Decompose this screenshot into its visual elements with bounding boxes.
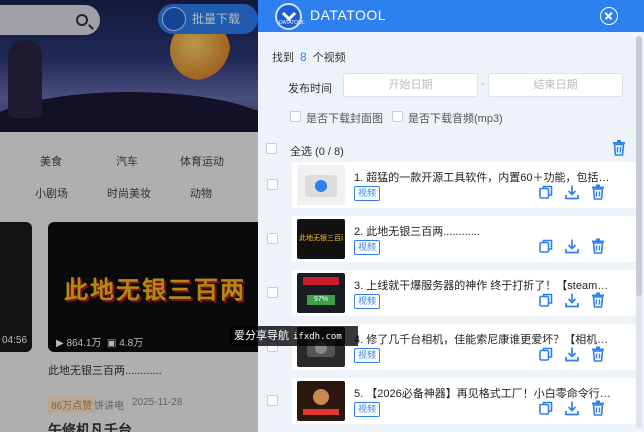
video-title: 3. 上线就干爆服务器的神作 终于打折了！【steam冬季… <box>354 280 616 292</box>
download-icon[interactable] <box>564 292 580 308</box>
download-icon[interactable] <box>564 238 580 254</box>
date-separator: - <box>481 78 485 90</box>
item-checkbox[interactable] <box>267 179 278 190</box>
video-list-item[interactable]: 5. 【2026必备神器】再见格式工厂！小白零命令行完美… 视频 <box>292 378 642 424</box>
download-cover-label: 是否下载封面图 <box>306 113 383 125</box>
copy-icon[interactable] <box>538 346 554 362</box>
found-suffix: 个视频 <box>312 52 346 64</box>
trash-icon[interactable] <box>590 184 606 200</box>
video-list-item[interactable]: 1. 超猛的一款开源工具软件，内置60＋功能，包括抠图… 视频 <box>292 162 642 208</box>
end-date-input[interactable]: 结束日期 <box>488 73 623 97</box>
panel-title: DATATOOL <box>310 7 387 23</box>
download-icon[interactable] <box>564 184 580 200</box>
video-type-badge: 视频 <box>354 186 381 201</box>
close-icon[interactable] <box>600 7 618 25</box>
delete-all-trash-icon[interactable] <box>612 140 626 156</box>
thumbnail-caption: 97% <box>313 296 328 303</box>
item-checkbox[interactable] <box>267 395 278 406</box>
datatool-logo: DATATOOL <box>275 3 305 30</box>
video-title: 5. 【2026必备神器】再见格式工厂！小白零命令行完美… <box>354 388 616 400</box>
trash-icon[interactable] <box>590 238 606 254</box>
scrollbar-thumb[interactable] <box>636 36 642 296</box>
video-type-badge: 视频 <box>354 240 381 255</box>
trash-icon[interactable] <box>590 292 606 308</box>
found-count: 8 <box>300 50 307 64</box>
trash-icon[interactable] <box>590 400 606 416</box>
video-title: 4. 修了几千台相机，佳能索尼康谁更爱坏？【相机维修… <box>354 334 616 346</box>
copy-icon[interactable] <box>538 292 554 308</box>
video-type-badge: 视频 <box>354 348 381 363</box>
video-list-item[interactable]: 此地无银三百两 2. 此地无银三百两............ 视频 <box>292 216 642 262</box>
video-thumbnail: 此地无银三百两 <box>297 219 345 259</box>
video-type-badge: 视频 <box>354 294 381 309</box>
select-all-checkbox[interactable] <box>266 143 277 154</box>
video-thumbnail <box>297 381 345 421</box>
thumbnail-caption: 此地无银三百两 <box>299 235 343 242</box>
watermark-text: 爱分享导航 <box>234 330 289 342</box>
logo-text: DATATOOL <box>279 20 305 26</box>
copy-icon[interactable] <box>538 400 554 416</box>
select-all-label: 全选 (0 / 8) <box>290 146 344 158</box>
copy-icon[interactable] <box>538 184 554 200</box>
download-audio-checkbox[interactable] <box>392 111 403 122</box>
video-title: 2. 此地无银三百两............ <box>354 226 480 238</box>
video-type-badge: 视频 <box>354 402 381 417</box>
datatool-panel: DATATOOL DATATOOL 找到 8 个视频 发布时间 开始日期 - 结束日… <box>258 0 644 432</box>
download-audio-label: 是否下载音频(mp3) <box>408 113 503 125</box>
start-date-input[interactable]: 开始日期 <box>343 73 478 97</box>
video-thumbnail <box>297 165 345 205</box>
video-title: 1. 超猛的一款开源工具软件，内置60＋功能，包括抠图… <box>354 172 616 184</box>
copy-icon[interactable] <box>538 238 554 254</box>
item-checkbox[interactable] <box>267 233 278 244</box>
panel-header: DATATOOL DATATOOL <box>258 0 644 32</box>
download-arrow-icon <box>281 6 297 22</box>
found-prefix: 找到 <box>272 52 294 64</box>
watermark: 爱分享导航 ifxdh.com <box>230 326 358 346</box>
download-icon[interactable] <box>564 346 580 362</box>
download-icon[interactable] <box>564 400 580 416</box>
watermark-url: ifxdh.com <box>293 332 342 342</box>
video-thumbnail: 97% <box>297 273 345 313</box>
item-checkbox[interactable] <box>267 287 278 298</box>
trash-icon[interactable] <box>590 346 606 362</box>
found-summary: 找到 8 个视频 <box>272 49 346 65</box>
publish-date-label: 发布时间 <box>288 83 332 95</box>
video-list-item[interactable]: 97% 3. 上线就干爆服务器的神作 终于打折了！【steam冬季… 视频 <box>292 270 642 316</box>
download-cover-checkbox[interactable] <box>290 111 301 122</box>
